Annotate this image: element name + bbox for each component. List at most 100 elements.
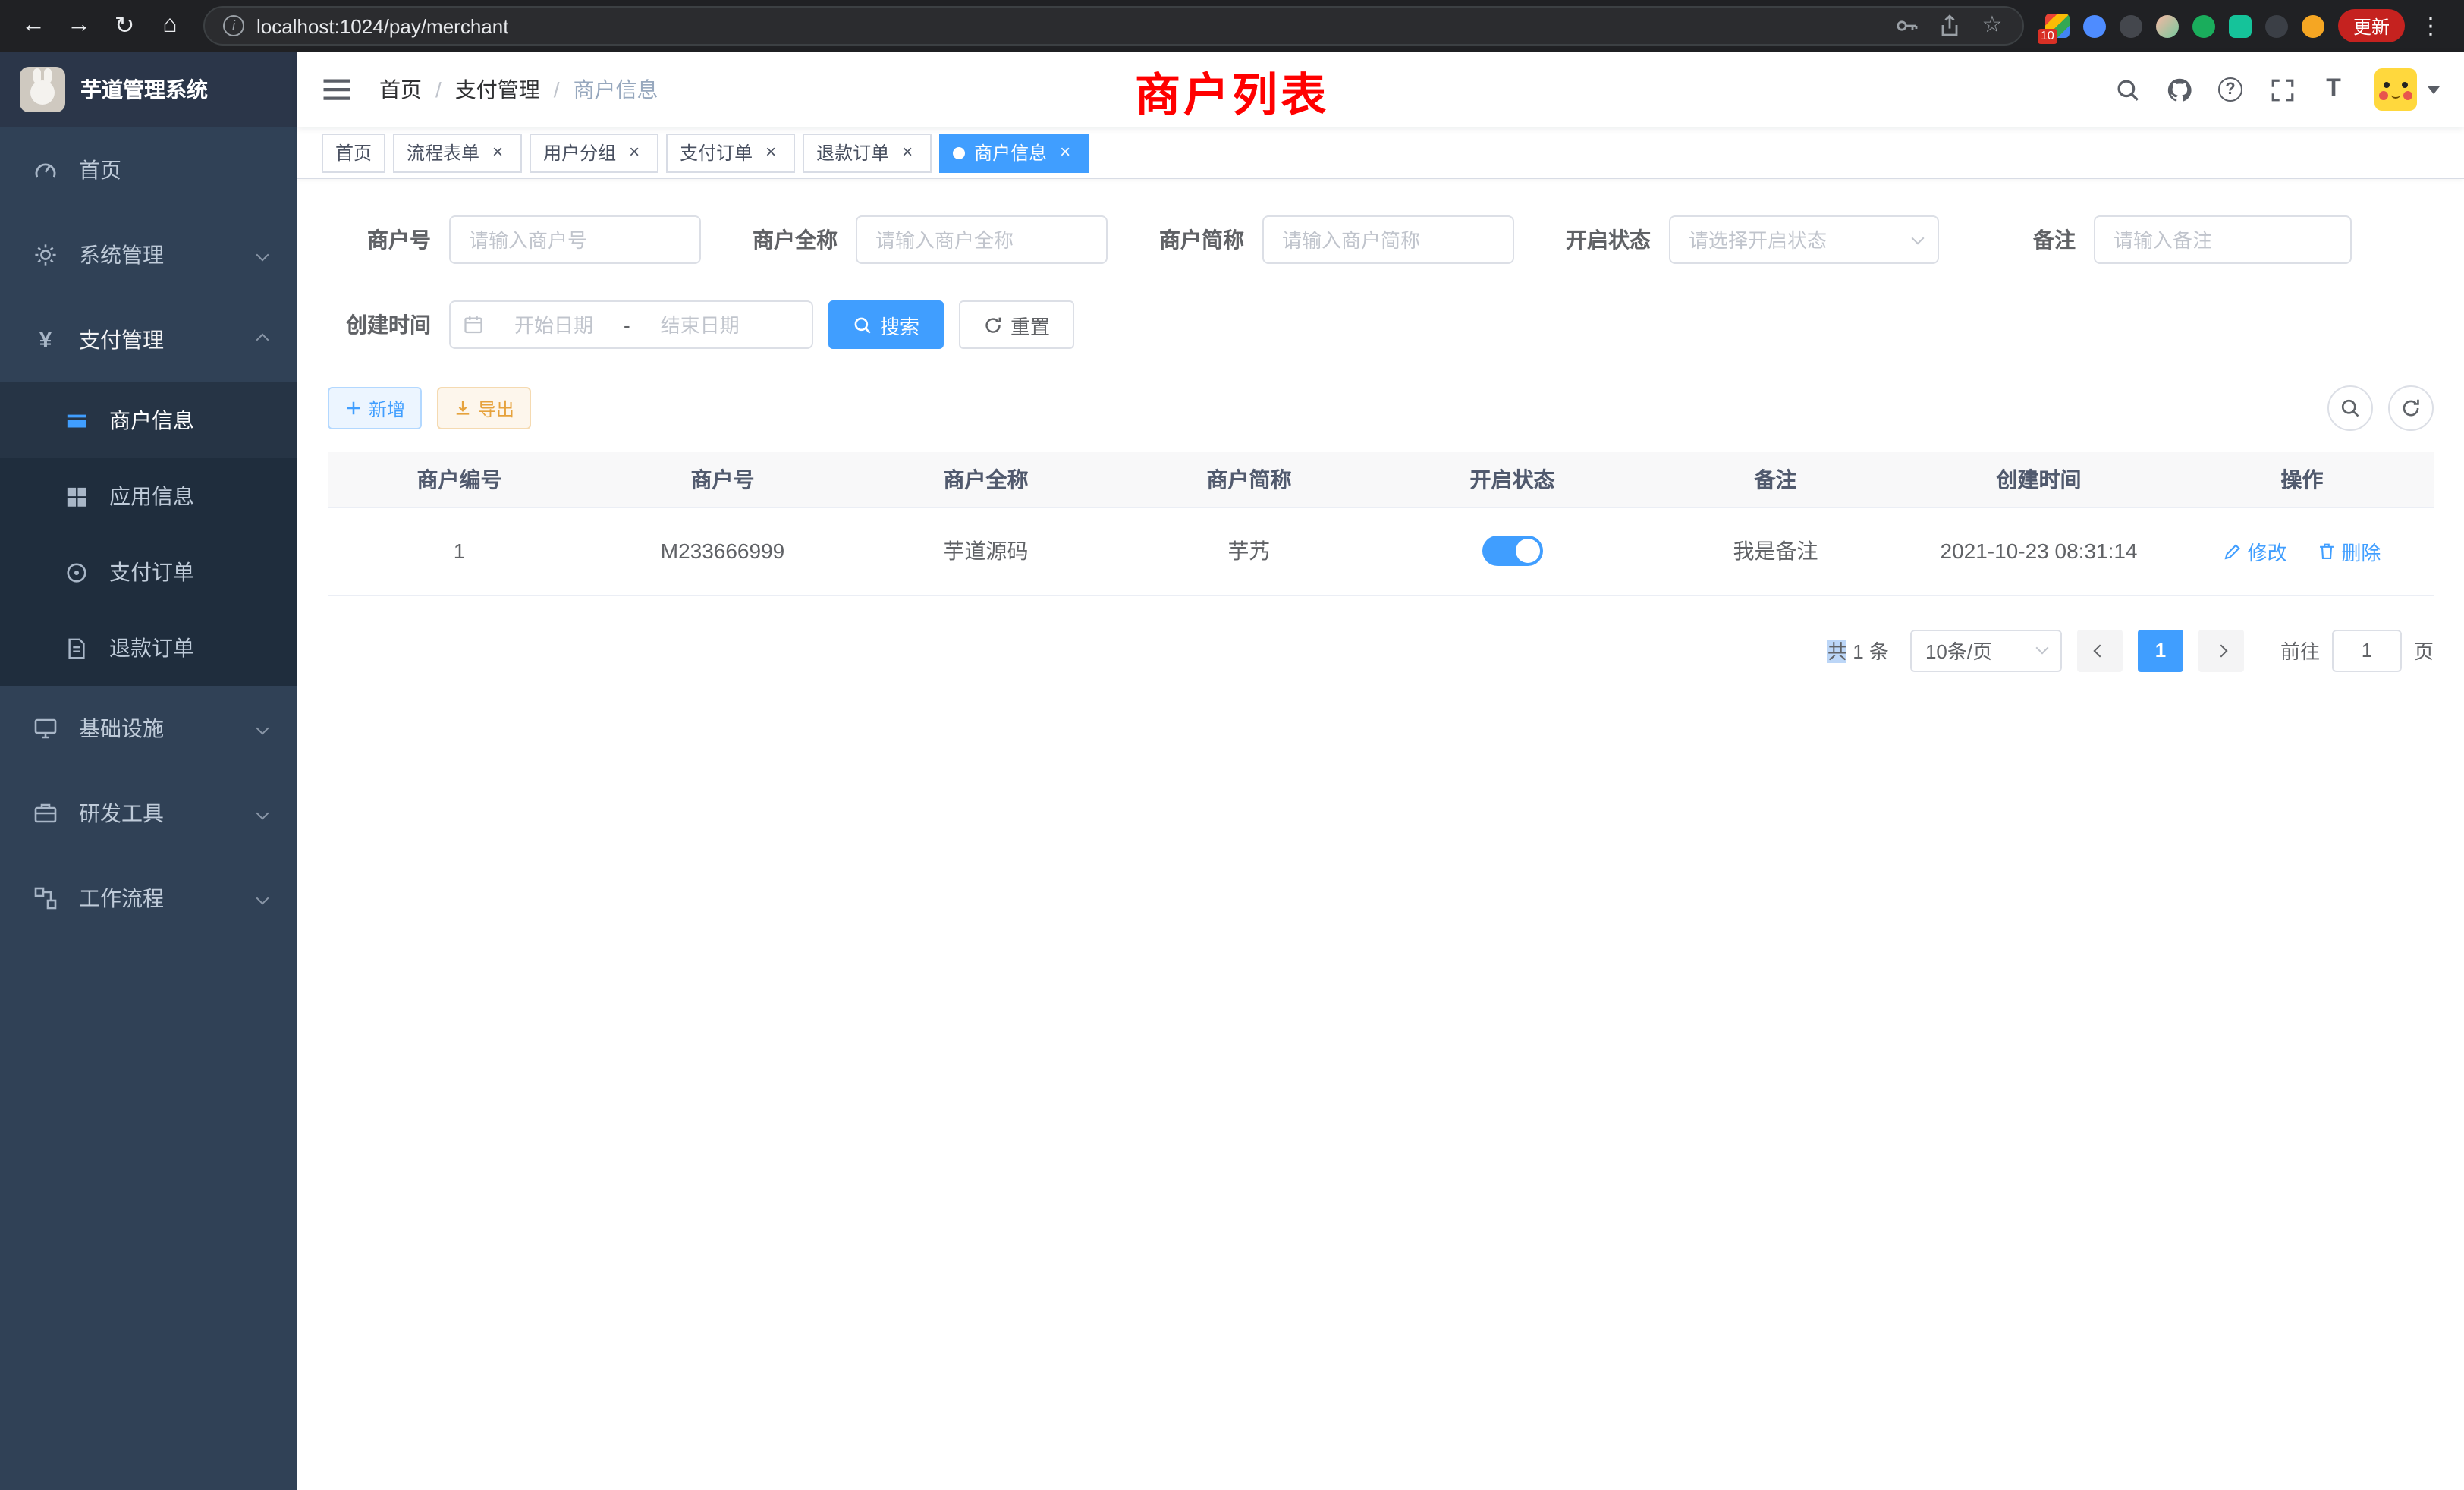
sidebar-item-label: 支付管理 [79,325,164,355]
download-icon [454,399,472,417]
extension-icon[interactable] [2083,14,2106,37]
goto-page-input[interactable] [2332,629,2402,671]
document-icon [65,637,88,659]
close-icon[interactable]: × [1054,142,1076,163]
home-icon[interactable]: ⌂ [149,5,191,47]
column-header: 商户全称 [854,452,1117,507]
short-name-input[interactable] [1262,215,1514,264]
chevron-down-icon [256,722,269,735]
breadcrumb-item[interactable]: 支付管理 [455,74,540,105]
current-page-button[interactable]: 1 [2138,629,2183,671]
tab-refund-order[interactable]: 退款订单 × [803,133,932,172]
tab-pay-order[interactable]: 支付订单 × [666,133,795,172]
share-icon[interactable] [1938,14,1962,38]
search-button-label: 搜索 [880,310,919,339]
extension-puzzle-icon[interactable]: 10 [2045,14,2070,38]
field-label: 商户简称 [1141,225,1244,255]
extension-icon[interactable] [2302,14,2324,37]
site-info-icon[interactable]: i [223,15,244,36]
hamburger-icon[interactable] [322,74,352,105]
tab-process-form[interactable]: 流程表单 × [393,133,522,172]
filter-status: 开启状态 [1548,215,1939,264]
date-start-input[interactable] [490,313,618,336]
search-icon [853,315,872,335]
date-range-picker[interactable]: - [449,300,813,349]
next-page-button[interactable] [2198,629,2244,671]
reload-icon[interactable]: ↻ [103,5,146,47]
sidebar-menu: 首页 系统管理 ¥ 支付管理 商户信息 [0,127,297,941]
forward-icon[interactable]: → [58,5,100,47]
search-button[interactable]: 搜索 [828,300,944,349]
back-icon[interactable]: ← [12,5,55,47]
tab-home[interactable]: 首页 [322,133,385,172]
edit-link[interactable]: 修改 [2224,536,2287,565]
fullscreen-icon [2269,77,2295,102]
close-icon[interactable]: × [624,142,645,163]
plus-icon [344,399,363,417]
sidebar-item-infrastructure[interactable]: 基础设施 [0,686,297,771]
bookmark-star-icon[interactable]: ☆ [1980,14,2004,38]
extension-icon[interactable] [2265,14,2288,37]
prev-page-button[interactable] [2077,629,2123,671]
sidebar-item-refund-order[interactable]: 退款订单 [0,610,297,686]
chevron-right-icon [2214,644,2227,657]
refresh-table-button[interactable] [2388,385,2434,431]
sidebar-item-label: 支付订单 [109,557,194,587]
user-menu[interactable] [2374,68,2440,111]
status-toggle[interactable] [1482,536,1543,566]
password-key-icon[interactable] [1895,14,1919,38]
extension-icon[interactable] [2229,14,2252,37]
tab-user-group[interactable]: 用户分组 × [530,133,658,172]
toggle-search-button[interactable] [2327,385,2373,431]
extension-badge: 10 [2038,29,2057,44]
sidebar-item-merchant-info[interactable]: 商户信息 [0,382,297,458]
filter-row-1: 商户号 商户全称 商户简称 开启状态 [328,215,2434,264]
tab-label: 支付订单 [680,140,753,165]
fullscreen-button[interactable] [2259,67,2305,112]
font-size-button[interactable]: T [2311,67,2356,112]
cell-create-time: 2021-10-23 08:31:14 [1907,507,2170,595]
column-header: 商户简称 [1117,452,1381,507]
cell-short-name: 芋艿 [1117,507,1381,595]
search-icon [2340,398,2361,419]
help-button[interactable]: ? [2208,67,2253,112]
delete-link[interactable]: 删除 [2317,536,2381,565]
status-select[interactable] [1669,215,1939,264]
browser-update-button[interactable]: 更新 [2338,9,2405,42]
close-icon[interactable]: × [897,142,918,163]
sidebar-item-dev-tools[interactable]: 研发工具 [0,771,297,856]
column-header: 创建时间 [1907,452,2170,507]
remark-input[interactable] [2094,215,2352,264]
github-button[interactable] [2156,67,2202,112]
add-button[interactable]: 新增 [328,387,422,429]
sidebar-item-home[interactable]: 首页 [0,127,297,212]
extension-icon[interactable] [2192,14,2215,37]
merchant-no-input[interactable] [449,215,701,264]
sidebar-item-payment[interactable]: ¥ 支付管理 [0,297,297,382]
extension-icon[interactable] [2156,14,2179,37]
tab-merchant-info[interactable]: 商户信息 × [939,133,1089,172]
goto-unit: 页 [2414,636,2434,665]
top-navbar: 首页 / 支付管理 / 商户信息 ? [297,52,2464,127]
header-search-button[interactable] [2104,67,2150,112]
reset-button[interactable]: 重置 [959,300,1074,349]
breadcrumb: 首页 / 支付管理 / 商户信息 [379,74,658,105]
app-logo[interactable]: 芋道管理系统 [0,52,297,127]
sidebar-item-label: 系统管理 [79,240,164,270]
status-select-input[interactable] [1669,215,1939,264]
breadcrumb-item[interactable]: 首页 [379,74,422,105]
page-size-select[interactable]: 10条/页 [1910,629,2062,671]
sidebar-item-system[interactable]: 系统管理 [0,212,297,297]
help-icon: ? [2218,77,2242,102]
address-bar[interactable]: i localhost:1024/pay/merchant ☆ [203,6,2024,46]
browser-menu-icon[interactable]: ⋮ [2418,12,2443,39]
date-end-input[interactable] [636,313,764,336]
extension-icon[interactable] [2120,14,2142,37]
close-icon[interactable]: × [760,142,781,163]
full-name-input[interactable] [856,215,1108,264]
export-button[interactable]: 导出 [437,387,531,429]
sidebar-item-pay-order[interactable]: 支付订单 [0,534,297,610]
sidebar-item-app-info[interactable]: 应用信息 [0,458,297,534]
sidebar-item-workflow[interactable]: 工作流程 [0,856,297,941]
close-icon[interactable]: × [487,142,508,163]
